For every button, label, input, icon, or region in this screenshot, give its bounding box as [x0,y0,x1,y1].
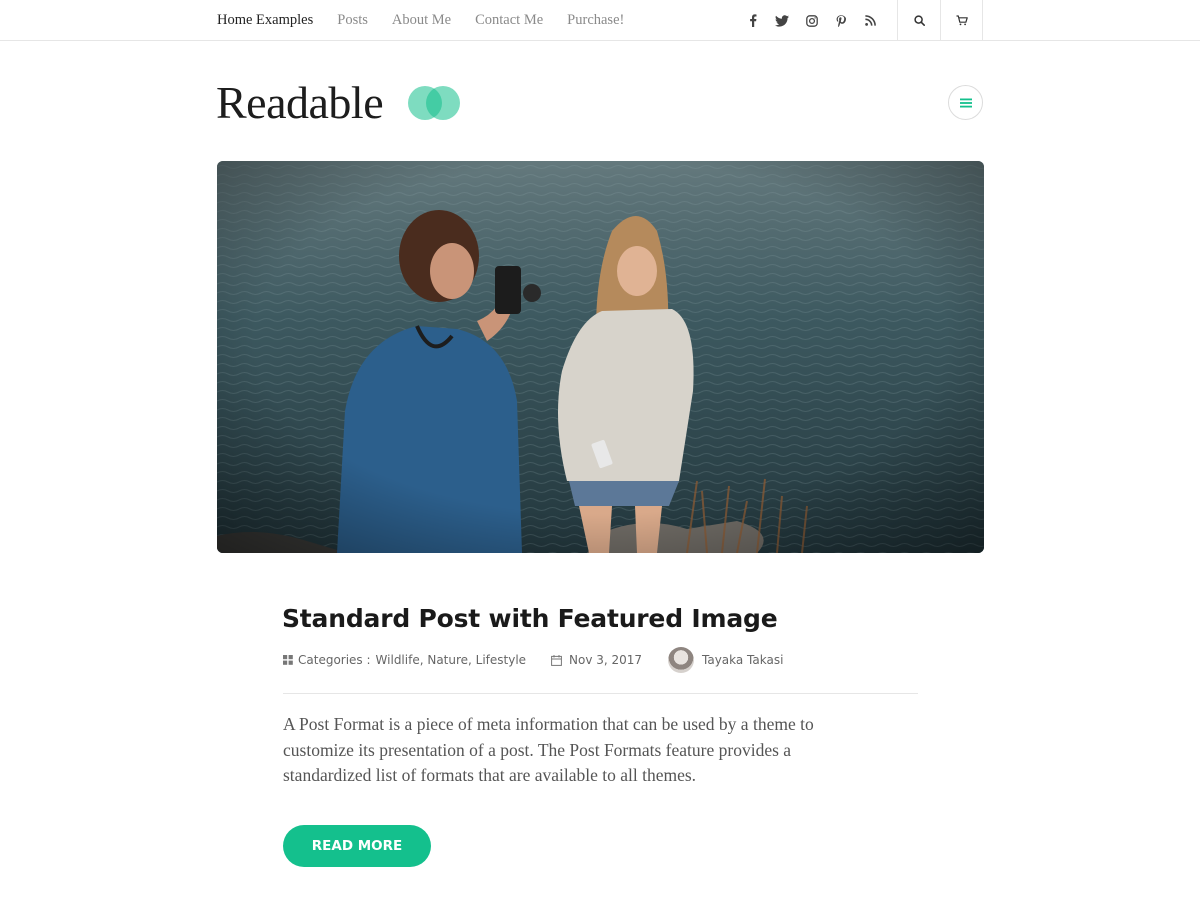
social-links [738,0,886,41]
post-date-text[interactable]: Nov 3, 2017 [569,653,642,667]
instagram-icon[interactable] [797,0,827,41]
nav-home-examples[interactable]: Home Examples [217,12,313,29]
post-author: Tayaka Takasi [668,647,783,673]
nav-contact-me[interactable]: Contact Me [475,12,543,29]
nav-posts[interactable]: Posts [337,12,368,29]
hamburger-icon [959,98,972,107]
cart-icon [956,15,968,26]
author-avatar[interactable] [668,647,694,673]
categories-label: Categories : [298,653,371,667]
search-button[interactable] [897,0,940,41]
nav-about-me[interactable]: About Me [392,12,451,29]
calendar-icon [551,654,562,666]
menu-button[interactable] [948,85,983,120]
meta-divider [283,693,918,694]
categories-links[interactable]: Wildlife, Nature, Lifestyle [376,653,527,667]
cart-button[interactable] [940,0,983,41]
top-bar: Home Examples Posts About Me Contact Me … [0,0,1200,41]
nav-purchase[interactable]: Purchase! [567,12,624,29]
featured-image[interactable] [217,161,984,553]
rss-icon[interactable] [856,0,886,41]
twitter-icon[interactable] [768,0,798,41]
post-title[interactable]: Standard Post with Featured Image [282,604,778,633]
author-name[interactable]: Tayaka Takasi [702,653,783,667]
post-categories: Categories : Wildlife, Nature, Lifestyle [283,650,526,670]
read-more-button[interactable]: READ MORE [283,825,431,867]
facebook-icon[interactable] [738,0,768,41]
search-icon [913,15,925,26]
post-date: Nov 3, 2017 [551,650,642,670]
pinterest-icon[interactable] [827,0,857,41]
post-excerpt: A Post Format is a piece of meta informa… [283,714,814,785]
top-nav: Home Examples Posts About Me Contact Me … [217,0,648,41]
site-title[interactable]: Readable [216,76,384,130]
categories-icon [283,655,293,665]
logo-icon [408,86,460,120]
